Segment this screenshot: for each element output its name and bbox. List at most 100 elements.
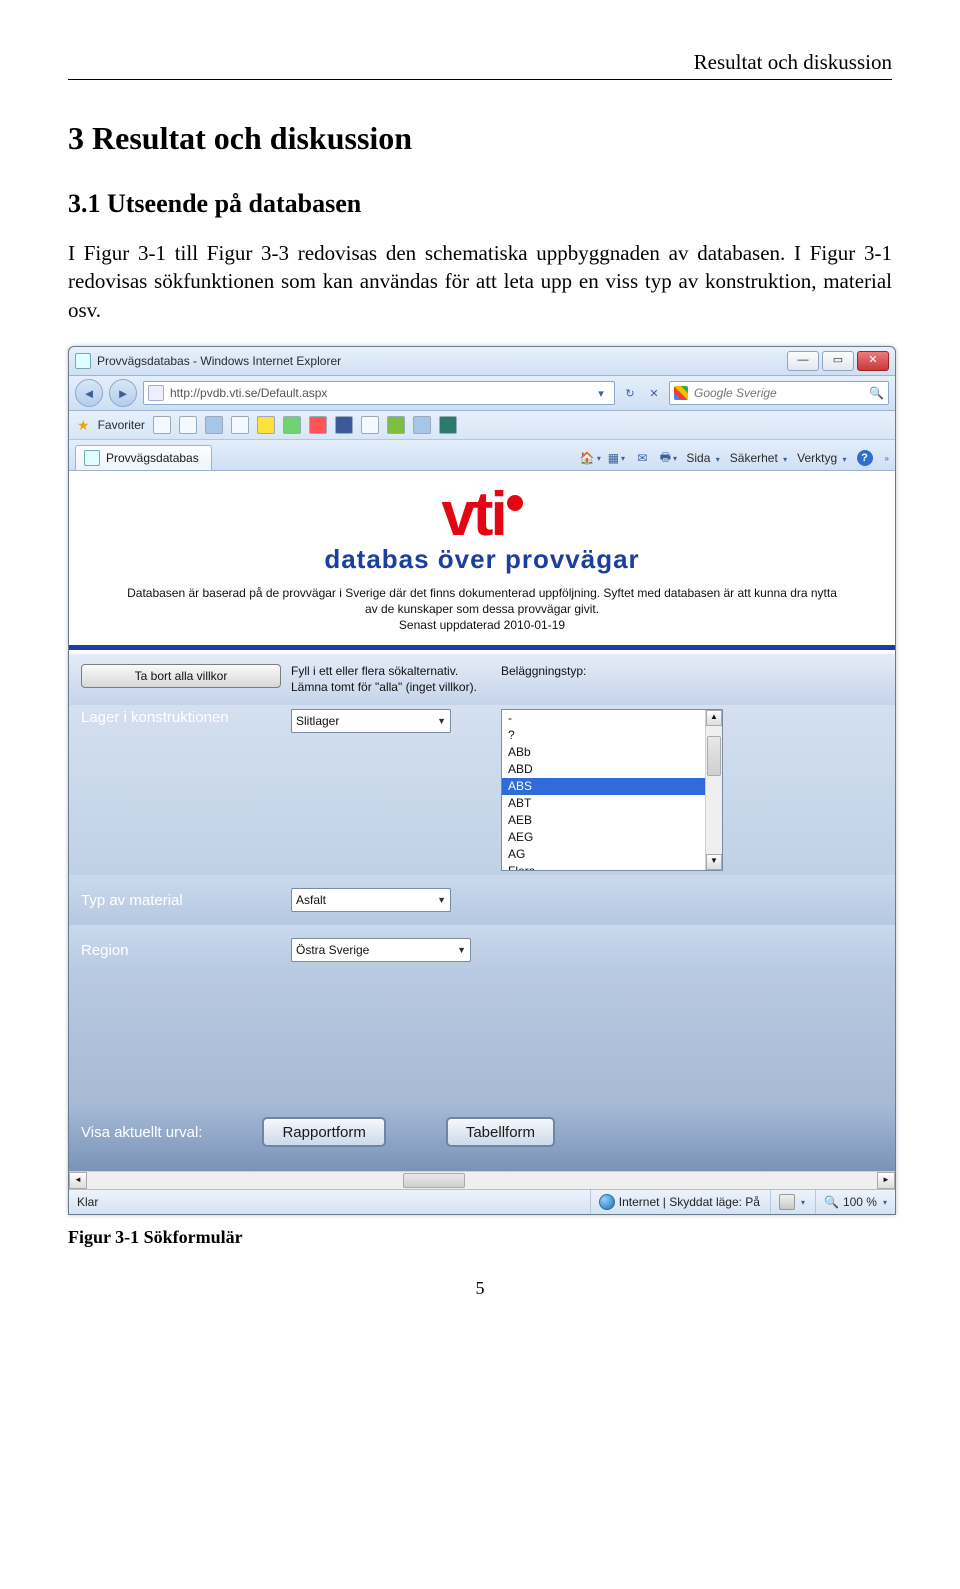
chevron-down-icon: ▼ xyxy=(437,716,446,726)
close-button[interactable]: ✕ xyxy=(857,351,889,371)
status-bar: Klar Internet | Skyddat läge: På ▾ 🔍 100… xyxy=(69,1189,895,1214)
chevron-right-icon[interactable]: » xyxy=(885,454,889,463)
scroll-thumb[interactable] xyxy=(707,736,721,776)
listbox-option[interactable]: ? xyxy=(502,727,706,744)
tabellform-button[interactable]: Tabellform xyxy=(446,1117,555,1147)
combo-region[interactable]: Östra Sverige ▼ xyxy=(291,938,471,962)
favlink-icon[interactable] xyxy=(283,416,301,434)
nav-toolbar: ◄ ► ▾ ↻ ✕ 🔍 xyxy=(69,376,895,411)
belaggning-listbox[interactable]: -?ABbABDABSABTAEBAEGAGFlera ▲ ▼ xyxy=(501,709,723,871)
listbox-option[interactable]: - xyxy=(502,710,706,727)
scroll-left-icon[interactable]: ◄ xyxy=(69,1172,87,1189)
listbox-option[interactable]: ABT xyxy=(502,795,706,812)
mail-icon[interactable]: ✉ xyxy=(634,450,650,466)
status-left: Klar xyxy=(77,1195,98,1209)
combo-typ[interactable]: Asfalt ▼ xyxy=(291,888,451,912)
scroll-down-icon[interactable]: ▼ xyxy=(706,854,722,870)
tools-menu[interactable]: Verktyg ▾ xyxy=(797,451,846,465)
favlink-icon[interactable] xyxy=(179,416,197,434)
belaggning-label: Beläggningstyp: xyxy=(501,664,883,678)
home-icon[interactable]: 🏠▾ xyxy=(582,450,598,466)
status-zone: Internet | Skyddat läge: På xyxy=(619,1195,760,1209)
search-box[interactable]: 🔍 xyxy=(669,381,889,405)
horizontal-scrollbar[interactable]: ◄ ► xyxy=(69,1171,895,1189)
ie-window: Provvägsdatabas - Windows Internet Explo… xyxy=(68,346,896,1215)
favlink-icon[interactable] xyxy=(335,416,353,434)
remove-filters-button[interactable]: Ta bort alla villkor xyxy=(81,664,281,688)
hint-line1: Fyll i ett eller flera sökalternativ. xyxy=(291,664,491,680)
chevron-down-icon: ▼ xyxy=(437,895,446,905)
combo-typ-value: Asfalt xyxy=(296,893,326,907)
favlink-icon[interactable] xyxy=(439,416,457,434)
search-icon[interactable]: 🔍 xyxy=(869,386,884,400)
scroll-up-icon[interactable]: ▲ xyxy=(706,710,722,726)
listbox-option[interactable]: Flera xyxy=(502,863,706,870)
url-input[interactable] xyxy=(168,385,588,401)
zoom-icon[interactable]: 🔍 xyxy=(824,1195,839,1209)
favlink-icon[interactable] xyxy=(309,416,327,434)
address-bar[interactable]: ▾ xyxy=(143,381,615,405)
favorites-star-icon[interactable]: ★ xyxy=(77,417,90,434)
hscroll-thumb[interactable] xyxy=(403,1173,465,1188)
tab-bar: Provvägsdatabas 🏠▾ ▦▾ ✉ 🖶▾ Sida ▾ Säkerh… xyxy=(69,440,895,471)
favlink-icon[interactable] xyxy=(387,416,405,434)
favlink-icon[interactable] xyxy=(413,416,431,434)
listbox-option[interactable]: AEG xyxy=(502,829,706,846)
window-title: Provvägsdatabas - Windows Internet Explo… xyxy=(97,354,787,368)
maximize-button[interactable]: ▭ xyxy=(822,351,854,371)
print-icon[interactable]: 🖶▾ xyxy=(660,450,676,466)
combo-region-value: Östra Sverige xyxy=(296,943,369,957)
scroll-right-icon[interactable]: ► xyxy=(877,1172,895,1189)
db-description-line2: av de kunskaper som dessa provvägar givi… xyxy=(87,601,877,617)
active-tab[interactable]: Provvägsdatabas xyxy=(75,445,212,470)
figure-caption: Figur 3-1 Sökformulär xyxy=(68,1227,892,1248)
hint-line2: Lämna tomt för "alla" (inget villkor). xyxy=(291,680,491,696)
listbox-option[interactable]: ABb xyxy=(502,744,706,761)
listbox-option[interactable]: AEB xyxy=(502,812,706,829)
combo-lager[interactable]: Slitlager ▼ xyxy=(291,709,451,733)
db-description-line1: Databasen är baserad på de provvägar i S… xyxy=(87,585,877,601)
favlink-icon[interactable] xyxy=(231,416,249,434)
back-button[interactable]: ◄ xyxy=(75,379,103,407)
globe-icon xyxy=(599,1194,615,1210)
listbox-option[interactable]: ABS xyxy=(502,778,706,795)
favorites-bar: ★ Favoriter xyxy=(69,411,895,440)
dropdown-icon[interactable]: ▾ xyxy=(592,384,610,402)
heading-1: 3 Resultat och diskussion xyxy=(68,120,892,157)
running-header: Resultat och diskussion xyxy=(68,50,892,75)
stop-icon[interactable]: ✕ xyxy=(645,384,663,402)
heading-2: 3.1 Utseende på databasen xyxy=(68,189,892,219)
page-icon xyxy=(148,385,164,401)
rapportform-button[interactable]: Rapportform xyxy=(262,1117,385,1147)
listbox-option[interactable]: ABD xyxy=(502,761,706,778)
favlink-icon[interactable] xyxy=(361,416,379,434)
visa-label: Visa aktuellt urval: xyxy=(81,1124,202,1141)
tab-label: Provvägsdatabas xyxy=(106,451,199,465)
label-typ: Typ av material xyxy=(81,892,281,909)
favorites-label: Favoriter xyxy=(98,418,145,432)
chevron-down-icon[interactable]: ▾ xyxy=(883,1198,887,1207)
safety-menu[interactable]: Säkerhet ▾ xyxy=(730,451,787,465)
security-icon[interactable] xyxy=(779,1194,795,1210)
body-paragraph: I Figur 3-1 till Figur 3-3 redovisas den… xyxy=(68,239,892,324)
favlink-icon[interactable] xyxy=(205,416,223,434)
window-titlebar: Provvägsdatabas - Windows Internet Explo… xyxy=(69,347,895,376)
minimize-button[interactable]: — xyxy=(787,351,819,371)
feeds-icon[interactable]: ▦▾ xyxy=(608,450,624,466)
window-favicon xyxy=(75,353,91,369)
favlink-icon[interactable] xyxy=(257,416,275,434)
vti-logo: vti xyxy=(69,489,895,542)
page-number: 5 xyxy=(68,1278,892,1299)
tab-favicon xyxy=(84,450,100,466)
label-lager: Lager i konstruktionen xyxy=(81,709,281,726)
favlink-icon[interactable] xyxy=(153,416,171,434)
search-input[interactable] xyxy=(692,385,865,401)
refresh-icon[interactable]: ↻ xyxy=(621,384,639,402)
forward-button[interactable]: ► xyxy=(109,379,137,407)
blue-separator xyxy=(69,645,895,650)
page-menu[interactable]: Sida ▾ xyxy=(686,451,719,465)
listbox-option[interactable]: AG xyxy=(502,846,706,863)
help-icon[interactable]: ? xyxy=(857,450,873,466)
db-description-line3: Senast uppdaterad 2010-01-19 xyxy=(87,617,877,633)
listbox-scrollbar[interactable]: ▲ ▼ xyxy=(705,710,722,870)
